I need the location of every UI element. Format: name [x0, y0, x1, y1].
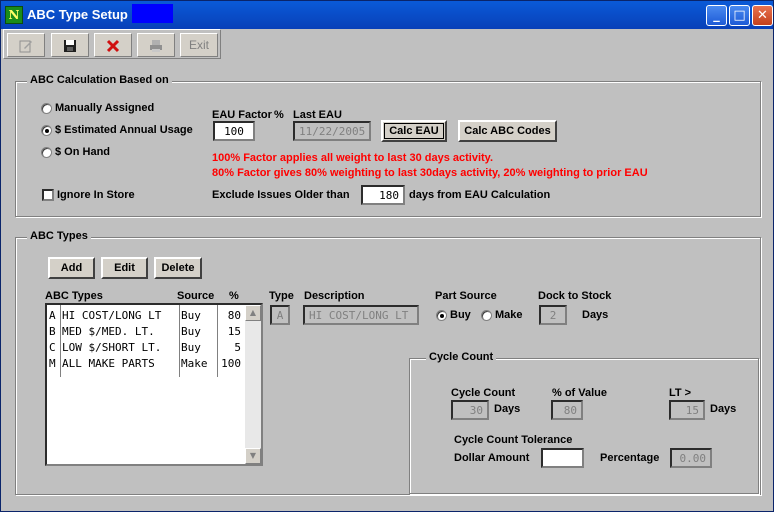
edit-tool-button[interactable]: [7, 33, 45, 57]
exclude-days-input[interactable]: 180: [361, 185, 405, 205]
list-item[interactable]: M ALL MAKE PARTS Make 100: [47, 355, 245, 371]
ignore-in-store-label: Ignore In Store: [57, 189, 135, 201]
cycle-count-tolerance-label: Cycle Count Tolerance: [454, 434, 573, 446]
dock-to-stock-label: Dock to Stock: [538, 290, 612, 302]
lt-field: 15: [669, 400, 705, 420]
row-code: B: [49, 325, 56, 338]
dollar-amount-input[interactable]: [541, 448, 584, 468]
exclude-suffix-label: days from EAU Calculation: [409, 189, 551, 201]
print-icon: [150, 40, 162, 52]
maximize-button[interactable]: □: [729, 5, 750, 26]
row-percent: 15: [227, 325, 241, 338]
list-item[interactable]: A HI COST/LONG LT Buy 80: [47, 307, 245, 323]
cycle-count-title: Cycle Count: [426, 351, 497, 363]
list-header-types: ABC Types: [45, 290, 103, 302]
abc-type-setup-window: N ABC Type Setup _ □ ✕ Exit ABC Calculat…: [0, 0, 774, 512]
eau-factor-label: EAU Factor: [212, 109, 272, 121]
row-description: ALL MAKE PARTS: [62, 357, 155, 370]
manually-assigned-label: Manually Assigned: [55, 102, 155, 114]
dollar-amount-label: Dollar Amount: [454, 452, 530, 464]
abc-types-title: ABC Types: [27, 230, 91, 242]
eau-note-line1: 100% Factor applies all weight to last 3…: [212, 152, 494, 164]
radio-buy[interactable]: [436, 310, 447, 321]
list-header-percent: %: [229, 290, 239, 302]
radio-on-hand[interactable]: [41, 147, 52, 158]
delete-tool-button[interactable]: [94, 33, 132, 57]
type-field: A: [270, 305, 290, 325]
calc-abc-codes-button[interactable]: Calc ABC Codes: [458, 120, 557, 142]
list-header-source: Source: [177, 290, 215, 302]
delete-icon: [106, 39, 120, 53]
abc-types-list[interactable]: A HI COST/LONG LT Buy 80 B MED $/MED. LT…: [45, 303, 263, 466]
row-source: Buy: [181, 341, 201, 354]
ignore-in-store-checkbox[interactable]: [42, 189, 54, 201]
description-label: Description: [304, 290, 365, 302]
title-highlight-box: [132, 4, 173, 23]
row-percent: 5: [234, 341, 241, 354]
percent-label: %: [274, 109, 284, 121]
save-tool-button[interactable]: [51, 33, 89, 57]
on-hand-label: $ On Hand: [55, 146, 111, 158]
row-code: M: [49, 357, 56, 370]
eau-note-line2: 80% Factor gives 80% weighting to last 3…: [212, 167, 648, 179]
list-item[interactable]: B MED $/MED. LT. Buy 15: [47, 323, 245, 339]
list-scrollbar[interactable]: ▲ ▼: [245, 305, 261, 464]
percentage-label: Percentage: [600, 452, 660, 464]
radio-estimated-annual-usage[interactable]: [41, 125, 52, 136]
edit-icon: [19, 40, 32, 53]
dock-to-stock-field: 2: [539, 305, 567, 325]
row-source: Buy: [181, 325, 201, 338]
scroll-up-arrow-icon[interactable]: ▲: [245, 305, 261, 321]
radio-make[interactable]: [481, 310, 492, 321]
row-description: LOW $/SHORT LT.: [62, 341, 162, 354]
green-app-icon: N: [5, 6, 23, 24]
row-description: HI COST/LONG LT: [62, 309, 162, 322]
window-title: ABC Type Setup: [27, 7, 128, 22]
exit-button[interactable]: Exit: [180, 33, 218, 57]
cycle-days-label: Days: [494, 403, 521, 415]
make-label: Make: [495, 309, 523, 321]
save-icon: [64, 40, 76, 52]
minimize-button[interactable]: _: [706, 5, 727, 26]
row-percent: 80: [227, 309, 241, 322]
exclude-issues-label: Exclude Issues Older than: [212, 189, 350, 201]
calc-eau-button[interactable]: Calc EAU: [381, 120, 447, 142]
add-button[interactable]: Add: [48, 257, 95, 279]
dock-days-label: Days: [582, 309, 609, 321]
toolbar: Exit: [3, 29, 221, 59]
row-code: A: [49, 309, 56, 322]
title-bar[interactable]: N ABC Type Setup _ □ ✕: [1, 1, 773, 29]
lt-days-label: Days: [710, 403, 737, 415]
row-source: Make: [181, 357, 208, 370]
row-description: MED $/MED. LT.: [62, 325, 155, 338]
list-item[interactable]: C LOW $/SHORT LT. Buy 5: [47, 339, 245, 355]
percentage-field: 0.00: [670, 448, 712, 468]
buy-label: Buy: [450, 309, 471, 321]
last-eau-label: Last EAU: [293, 109, 342, 121]
eau-factor-input[interactable]: 100: [213, 121, 255, 141]
part-source-label: Part Source: [435, 290, 497, 302]
description-field: HI COST/LONG LT: [303, 305, 419, 325]
radio-manually-assigned[interactable]: [41, 103, 52, 114]
print-tool-button[interactable]: [137, 33, 175, 57]
row-percent: 100: [221, 357, 241, 370]
cycle-count-group: [409, 358, 759, 494]
last-eau-field: 11/22/2005: [293, 121, 371, 141]
row-code: C: [49, 341, 56, 354]
percent-of-value-field: 80: [551, 400, 583, 420]
abc-calculation-title: ABC Calculation Based on: [27, 74, 172, 86]
close-button[interactable]: ✕: [752, 5, 773, 26]
edit-button[interactable]: Edit: [101, 257, 148, 279]
cycle-count-label: Cycle Count: [451, 387, 516, 399]
type-label: Type: [269, 290, 294, 302]
estimated-annual-usage-label: $ Estimated Annual Usage: [55, 124, 193, 136]
lt-label: LT >: [669, 387, 692, 399]
row-source: Buy: [181, 309, 201, 322]
scroll-down-arrow-icon[interactable]: ▼: [245, 448, 261, 464]
delete-button[interactable]: Delete: [154, 257, 202, 279]
percent-of-value-label: % of Value: [552, 387, 608, 399]
cycle-count-field: 30: [451, 400, 489, 420]
